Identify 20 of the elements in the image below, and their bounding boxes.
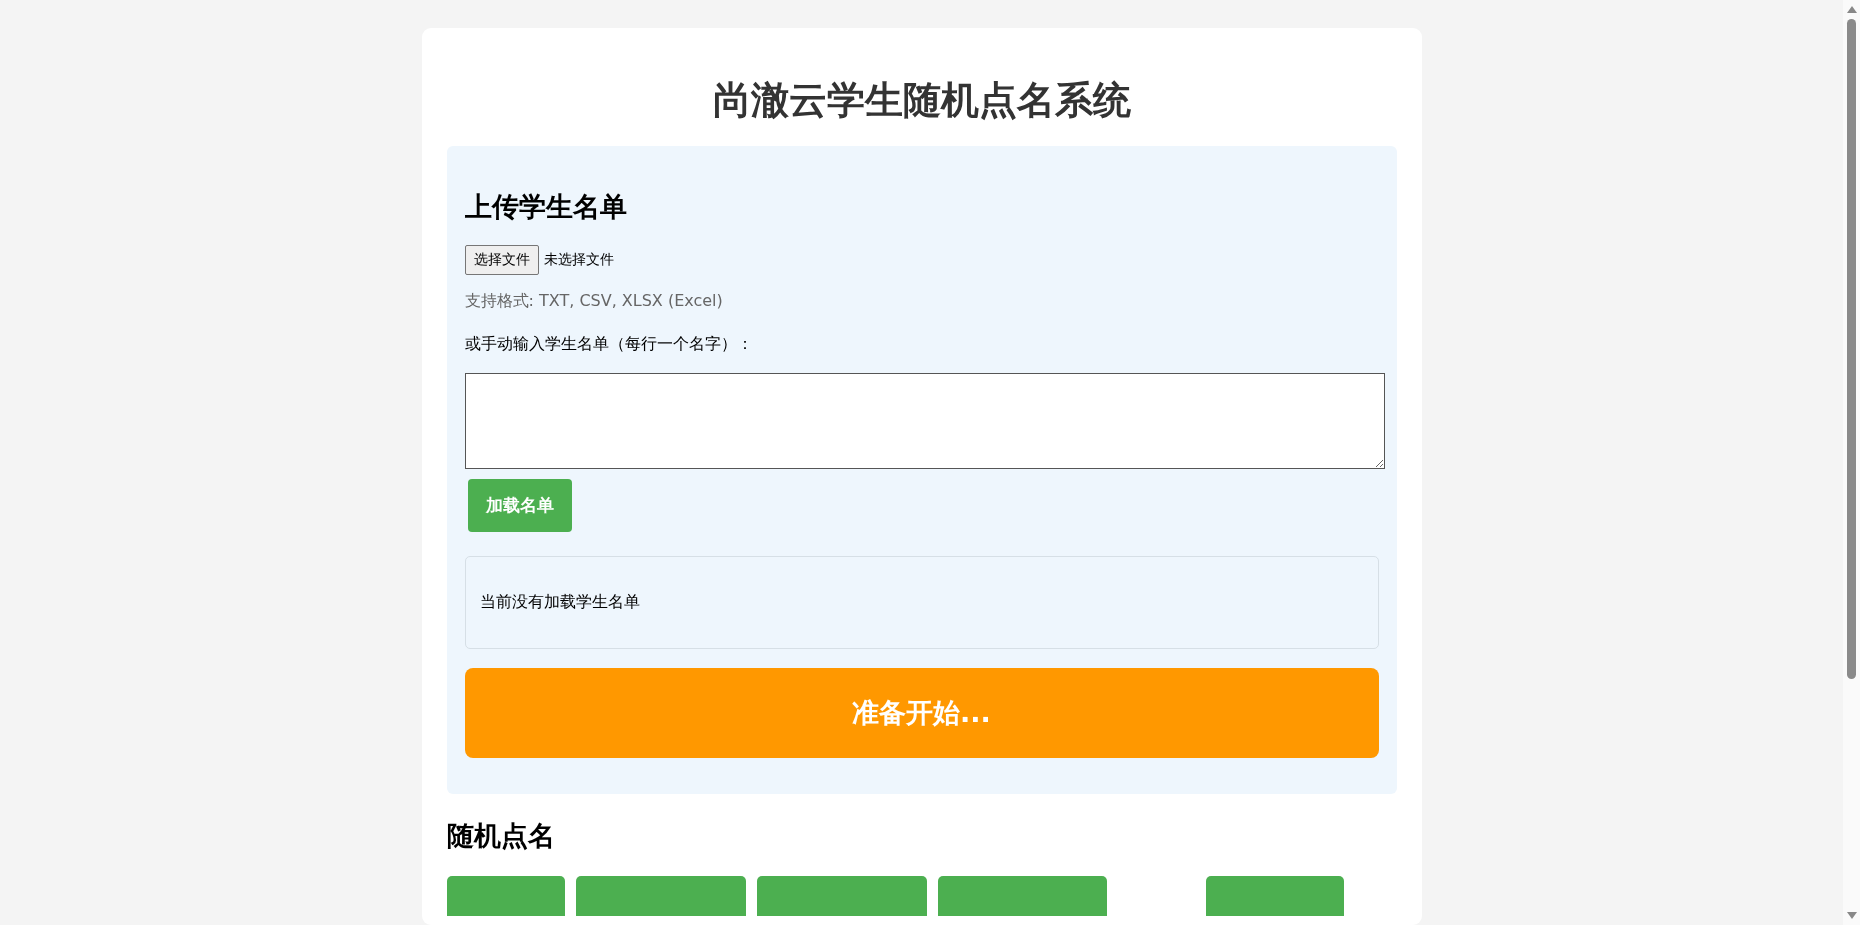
status-text: 当前没有加载学生名单 xyxy=(479,592,640,613)
scroll-down-icon[interactable] xyxy=(1846,912,1857,919)
choose-file-button[interactable]: 选择文件 xyxy=(464,245,539,275)
load-list-button[interactable]: 加载名单 xyxy=(467,479,572,532)
page-title: 尚澈云学生随机点名系统 xyxy=(711,78,1132,124)
start-button[interactable]: 准备开始... xyxy=(464,668,1379,758)
action-button[interactable] xyxy=(756,876,927,917)
section-heading: 上传学生名单 xyxy=(464,190,627,223)
action-button[interactable] xyxy=(575,876,746,917)
file-status: 未选择文件 xyxy=(543,251,614,269)
action-button[interactable] xyxy=(1205,876,1344,917)
action-button[interactable] xyxy=(446,876,565,917)
scroll-up-icon[interactable] xyxy=(1846,6,1857,13)
format-hint: 支持格式: TXT, CSV, XLSX (Excel) xyxy=(464,291,723,312)
action-button[interactable] xyxy=(937,876,1107,917)
section-heading: 随机点名 xyxy=(446,820,556,853)
scrollbar-thumb[interactable] xyxy=(1847,19,1856,679)
names-textarea[interactable] xyxy=(464,373,1385,469)
scrollbar[interactable] xyxy=(1843,0,1860,925)
input-label: 或手动输入学生名单（每行一个名字）： xyxy=(464,334,753,355)
